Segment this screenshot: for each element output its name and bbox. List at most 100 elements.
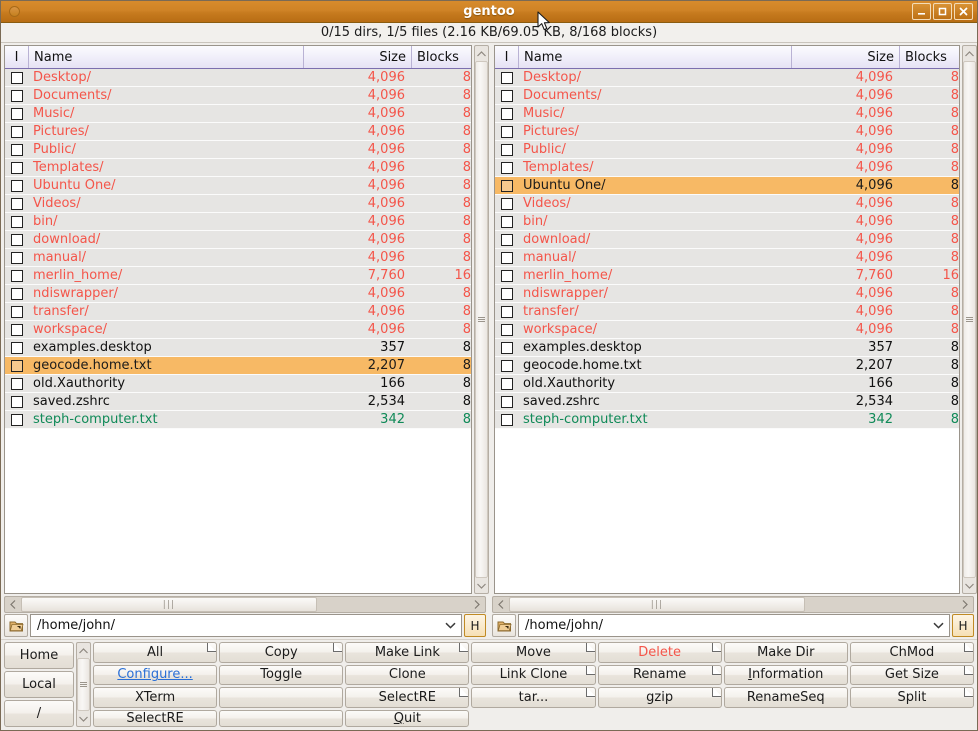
checkbox-icon[interactable] xyxy=(11,378,23,390)
row-name[interactable]: Music/ xyxy=(29,106,303,121)
scroll-down-icon[interactable] xyxy=(77,711,90,726)
row-checkbox[interactable] xyxy=(495,180,519,192)
table-row[interactable]: transfer/4,0968 xyxy=(5,303,471,321)
right-path-combo[interactable]: /home/john/ xyxy=(518,614,950,637)
checkbox-icon[interactable] xyxy=(501,198,513,210)
column-header-blocks[interactable]: Blocks xyxy=(899,46,959,68)
window-menu-icon[interactable] xyxy=(9,6,20,17)
scroll-up-icon[interactable] xyxy=(963,46,976,61)
checkbox-icon[interactable] xyxy=(11,162,23,174)
table-row[interactable]: Documents/4,0968 xyxy=(5,87,471,105)
function-button-link-clone[interactable]: Link Clone xyxy=(471,665,595,686)
row-checkbox[interactable] xyxy=(5,414,29,426)
folder-icon[interactable] xyxy=(492,614,516,637)
left-scroll-track[interactable] xyxy=(475,61,488,578)
checkbox-icon[interactable] xyxy=(501,90,513,102)
left-path-value[interactable]: /home/john/ xyxy=(31,618,439,633)
column-header-size[interactable]: Size xyxy=(791,46,899,68)
row-checkbox[interactable] xyxy=(495,360,519,372)
table-row[interactable]: merlin_home/7,76016 xyxy=(5,267,471,285)
row-name[interactable]: Ubuntu One/ xyxy=(519,178,791,193)
close-button[interactable] xyxy=(954,3,973,20)
titlebar[interactable]: gentoo xyxy=(1,1,977,23)
function-button-rename[interactable]: Rename xyxy=(598,665,722,686)
function-button-copy[interactable]: Copy xyxy=(219,642,343,663)
row-checkbox[interactable] xyxy=(495,396,519,408)
table-row[interactable]: download/4,0968 xyxy=(5,231,471,249)
side-button-[interactable]: / xyxy=(4,700,74,727)
checkbox-icon[interactable] xyxy=(501,378,513,390)
checkbox-icon[interactable] xyxy=(11,216,23,228)
scroll-up-icon[interactable] xyxy=(77,643,90,658)
function-button-get-size[interactable]: Get Size xyxy=(850,665,974,686)
row-name[interactable]: Videos/ xyxy=(519,196,791,211)
row-checkbox[interactable] xyxy=(5,270,29,282)
hscroll-left-icon[interactable] xyxy=(493,597,509,612)
table-row[interactable]: steph-computer.txt3428 xyxy=(5,411,471,429)
table-row[interactable]: saved.zshrc2,5348 xyxy=(5,393,471,411)
side-scroll-thumb[interactable] xyxy=(77,658,90,711)
row-checkbox[interactable] xyxy=(495,414,519,426)
row-checkbox[interactable] xyxy=(5,252,29,264)
checkbox-icon[interactable] xyxy=(11,396,23,408)
checkbox-icon[interactable] xyxy=(501,72,513,84)
row-name[interactable]: examples.desktop xyxy=(29,340,303,355)
row-name[interactable]: old.Xauthority xyxy=(29,376,303,391)
row-checkbox[interactable] xyxy=(5,216,29,228)
row-name[interactable]: Documents/ xyxy=(29,88,303,103)
row-name[interactable]: Public/ xyxy=(519,142,791,157)
checkbox-icon[interactable] xyxy=(11,234,23,246)
function-button-selectre[interactable]: SelectRE xyxy=(345,687,469,708)
right-vertical-scrollbar[interactable] xyxy=(962,45,977,594)
table-row[interactable]: download/4,0968 xyxy=(495,231,959,249)
row-checkbox[interactable] xyxy=(5,324,29,336)
row-checkbox[interactable] xyxy=(495,126,519,138)
checkbox-icon[interactable] xyxy=(11,306,23,318)
row-checkbox[interactable] xyxy=(495,72,519,84)
left-hscroll-track[interactable]: ||| xyxy=(21,597,469,612)
scroll-up-icon[interactable] xyxy=(475,46,488,61)
row-name[interactable]: bin/ xyxy=(519,214,791,229)
checkbox-icon[interactable] xyxy=(501,162,513,174)
function-button-tar[interactable]: tar... xyxy=(471,687,595,708)
right-file-list[interactable]: I Name Size Blocks Desktop/4,0968Documen… xyxy=(494,45,960,594)
table-row[interactable]: ndiswrapper/4,0968 xyxy=(495,285,959,303)
row-checkbox[interactable] xyxy=(495,252,519,264)
row-name[interactable]: merlin_home/ xyxy=(29,268,303,283)
row-name[interactable]: merlin_home/ xyxy=(519,268,791,283)
right-path-value[interactable]: /home/john/ xyxy=(519,618,927,633)
scroll-down-icon[interactable] xyxy=(475,578,488,593)
row-name[interactable]: Documents/ xyxy=(519,88,791,103)
function-button-clone[interactable]: Clone xyxy=(345,665,469,686)
function-button-make-link[interactable]: Make Link xyxy=(345,642,469,663)
right-horizontal-scrollbar[interactable]: ||| xyxy=(492,596,974,613)
checkbox-icon[interactable] xyxy=(11,252,23,264)
row-name[interactable]: Public/ xyxy=(29,142,303,157)
table-row[interactable]: manual/4,0968 xyxy=(5,249,471,267)
row-name[interactable]: Ubuntu One/ xyxy=(29,178,303,193)
row-name[interactable]: saved.zshrc xyxy=(519,394,791,409)
table-row[interactable]: Ubuntu One/4,0968 xyxy=(495,177,959,195)
checkbox-icon[interactable] xyxy=(11,72,23,84)
table-row[interactable]: Pictures/4,0968 xyxy=(5,123,471,141)
checkbox-icon[interactable] xyxy=(11,360,23,372)
row-name[interactable]: Pictures/ xyxy=(519,124,791,139)
function-button-xterm[interactable]: XTerm xyxy=(93,687,217,708)
row-name[interactable]: Music/ xyxy=(519,106,791,121)
row-name[interactable]: bin/ xyxy=(29,214,303,229)
row-name[interactable]: Templates/ xyxy=(29,160,303,175)
table-row[interactable]: merlin_home/7,76016 xyxy=(495,267,959,285)
column-header-blocks[interactable]: Blocks xyxy=(411,46,471,68)
row-checkbox[interactable] xyxy=(5,108,29,120)
table-row[interactable]: Videos/4,0968 xyxy=(5,195,471,213)
row-name[interactable]: workspace/ xyxy=(519,322,791,337)
checkbox-icon[interactable] xyxy=(11,342,23,354)
row-checkbox[interactable] xyxy=(495,108,519,120)
right-scroll-thumb[interactable] xyxy=(963,61,976,578)
checkbox-icon[interactable] xyxy=(11,144,23,156)
column-header-i[interactable]: I xyxy=(495,46,519,68)
left-history-button[interactable]: H xyxy=(464,614,486,637)
table-row[interactable]: Templates/4,0968 xyxy=(5,159,471,177)
chevron-down-icon[interactable] xyxy=(927,615,949,636)
row-checkbox[interactable] xyxy=(495,144,519,156)
